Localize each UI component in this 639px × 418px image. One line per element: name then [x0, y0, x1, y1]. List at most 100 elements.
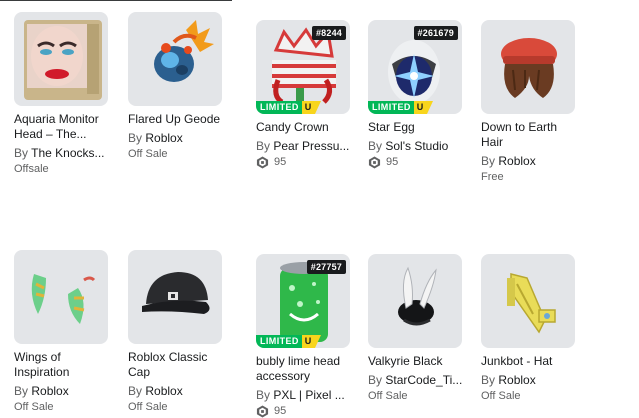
- item-name[interactable]: Down to Earth Hair: [481, 120, 577, 150]
- limited-label: LIMITED: [256, 101, 302, 114]
- item-creator[interactable]: By The Knocks...: [14, 146, 110, 161]
- item-name[interactable]: Flared Up Geode: [128, 112, 224, 127]
- item-thumbnail[interactable]: [481, 20, 575, 114]
- by-label: By: [256, 139, 271, 153]
- item-creator[interactable]: By Roblox: [128, 384, 224, 399]
- by-label: By: [481, 373, 496, 387]
- item-name[interactable]: Wings of Inspiration: [14, 350, 110, 380]
- creator-name[interactable]: Roblox: [145, 131, 182, 145]
- catalog-item-card[interactable]: Junkbot - Hat By Roblox Off Sale: [481, 254, 577, 403]
- item-price: 95: [368, 155, 464, 169]
- creator-name[interactable]: Roblox: [498, 373, 535, 387]
- item-name[interactable]: Aquaria Monitor Head – The...: [14, 112, 110, 142]
- item-creator[interactable]: By PXL | Pixel ...: [256, 388, 352, 403]
- limited-unique-badge: LIMITED U: [368, 101, 433, 114]
- serial-number-badge: #27757: [306, 260, 346, 274]
- by-label: By: [256, 388, 271, 402]
- item-name[interactable]: Candy Crown: [256, 120, 352, 135]
- price-text: 95: [274, 405, 287, 417]
- item-price: 95: [256, 155, 352, 169]
- by-label: By: [368, 373, 383, 387]
- item-thumbnail[interactable]: [14, 12, 108, 106]
- creator-name[interactable]: Roblox: [498, 154, 535, 168]
- robux-icon: [256, 155, 269, 169]
- item-price: Off Sale: [128, 147, 224, 161]
- item-price: 95: [256, 404, 352, 418]
- creator-name[interactable]: The Knocks...: [31, 146, 104, 160]
- catalog-item-card[interactable]: Roblox Classic Cap By Roblox Off Sale: [128, 250, 224, 414]
- item-name[interactable]: bubly lime head accessory: [256, 354, 352, 384]
- item-thumbnail[interactable]: [128, 250, 222, 344]
- by-label: By: [481, 154, 496, 168]
- item-name[interactable]: Roblox Classic Cap: [128, 350, 224, 380]
- limited-label: LIMITED: [368, 101, 414, 114]
- limited-unique-badge: LIMITED U: [256, 335, 321, 348]
- item-creator[interactable]: By Roblox: [14, 384, 110, 399]
- item-creator[interactable]: By Roblox: [481, 154, 577, 169]
- item-name[interactable]: Junkbot - Hat: [481, 354, 577, 369]
- catalog-item-card[interactable]: Wings of Inspiration By Roblox Off Sale: [14, 250, 110, 414]
- item-price: Off Sale: [368, 389, 464, 403]
- catalog-item-card[interactable]: Aquaria Monitor Head – The... By The Kno…: [14, 12, 110, 176]
- creator-name[interactable]: PXL | Pixel ...: [273, 388, 344, 402]
- limited-label: LIMITED: [256, 335, 302, 348]
- price-text: 95: [386, 156, 399, 168]
- catalog-item-card[interactable]: Valkyrie Black By StarCode_Ti... Off Sal…: [368, 254, 464, 403]
- item-thumbnail[interactable]: [481, 254, 575, 348]
- item-thumbnail[interactable]: [14, 250, 108, 344]
- item-creator[interactable]: By Pear Pressu...: [256, 139, 352, 154]
- price-text: Off Sale: [481, 390, 521, 402]
- unique-label: U: [413, 101, 433, 114]
- serial-number-badge: #261679: [413, 26, 458, 40]
- valkyrie-icon: [398, 266, 437, 326]
- catalog-item-card[interactable]: Flared Up Geode By Roblox Off Sale: [128, 12, 224, 161]
- catalog-item-card[interactable]: #8244 LIMITED U Candy Crown By Pear Press…: [256, 20, 352, 169]
- limited-unique-badge: LIMITED U: [256, 101, 321, 114]
- item-thumbnail[interactable]: #27757 LIMITED U: [256, 254, 350, 348]
- catalog-item-card[interactable]: #261679 LIMITED U Star Egg By Sol's Studi…: [368, 20, 464, 169]
- price-text: 95: [274, 156, 287, 168]
- item-thumbnail[interactable]: [368, 254, 462, 348]
- item-price: Offsale: [14, 162, 110, 176]
- creator-name[interactable]: Roblox: [31, 384, 68, 398]
- item-creator[interactable]: By StarCode_Ti...: [368, 373, 464, 388]
- item-thumbnail[interactable]: #8244 LIMITED U: [256, 20, 350, 114]
- hair-icon: [501, 38, 557, 98]
- serial-number-badge: #8244: [311, 26, 346, 40]
- geode-icon: [154, 20, 214, 82]
- robux-icon: [368, 155, 381, 169]
- monitor-head-icon: [24, 20, 102, 100]
- by-label: By: [14, 146, 29, 160]
- cap-icon: [142, 272, 210, 314]
- price-text: Off Sale: [128, 401, 168, 413]
- creator-name[interactable]: Pear Pressu...: [273, 139, 349, 153]
- item-creator[interactable]: By Sol's Studio: [368, 139, 464, 154]
- price-text: Off Sale: [14, 401, 54, 413]
- robux-icon: [256, 404, 269, 418]
- header-divider: [0, 0, 232, 1]
- item-name[interactable]: Valkyrie Black: [368, 354, 464, 369]
- by-label: By: [128, 131, 143, 145]
- item-creator[interactable]: By Roblox: [128, 131, 224, 146]
- creator-name[interactable]: Sol's Studio: [385, 139, 448, 153]
- creator-name[interactable]: Roblox: [145, 384, 182, 398]
- item-price: Off Sale: [14, 400, 110, 414]
- item-price: Off Sale: [481, 389, 577, 403]
- price-text: Off Sale: [128, 148, 168, 160]
- by-label: By: [14, 384, 29, 398]
- item-creator[interactable]: By Roblox: [481, 373, 577, 388]
- by-label: By: [128, 384, 143, 398]
- item-price: Free: [481, 170, 577, 184]
- item-name[interactable]: Star Egg: [368, 120, 464, 135]
- item-thumbnail[interactable]: [128, 12, 222, 106]
- unique-label: U: [301, 335, 321, 348]
- catalog-item-card[interactable]: #27757 LIMITED U bubly lime head accessor…: [256, 254, 352, 418]
- item-thumbnail[interactable]: #261679 LIMITED U: [368, 20, 462, 114]
- catalog-item-card[interactable]: Down to Earth Hair By Roblox Free: [481, 20, 577, 184]
- unique-label: U: [301, 101, 321, 114]
- creator-name[interactable]: StarCode_Ti...: [385, 373, 462, 387]
- price-text: Off Sale: [368, 390, 408, 402]
- item-price: Off Sale: [128, 400, 224, 414]
- junkbot-hat-icon: [507, 273, 556, 334]
- wings-icon: [31, 274, 96, 324]
